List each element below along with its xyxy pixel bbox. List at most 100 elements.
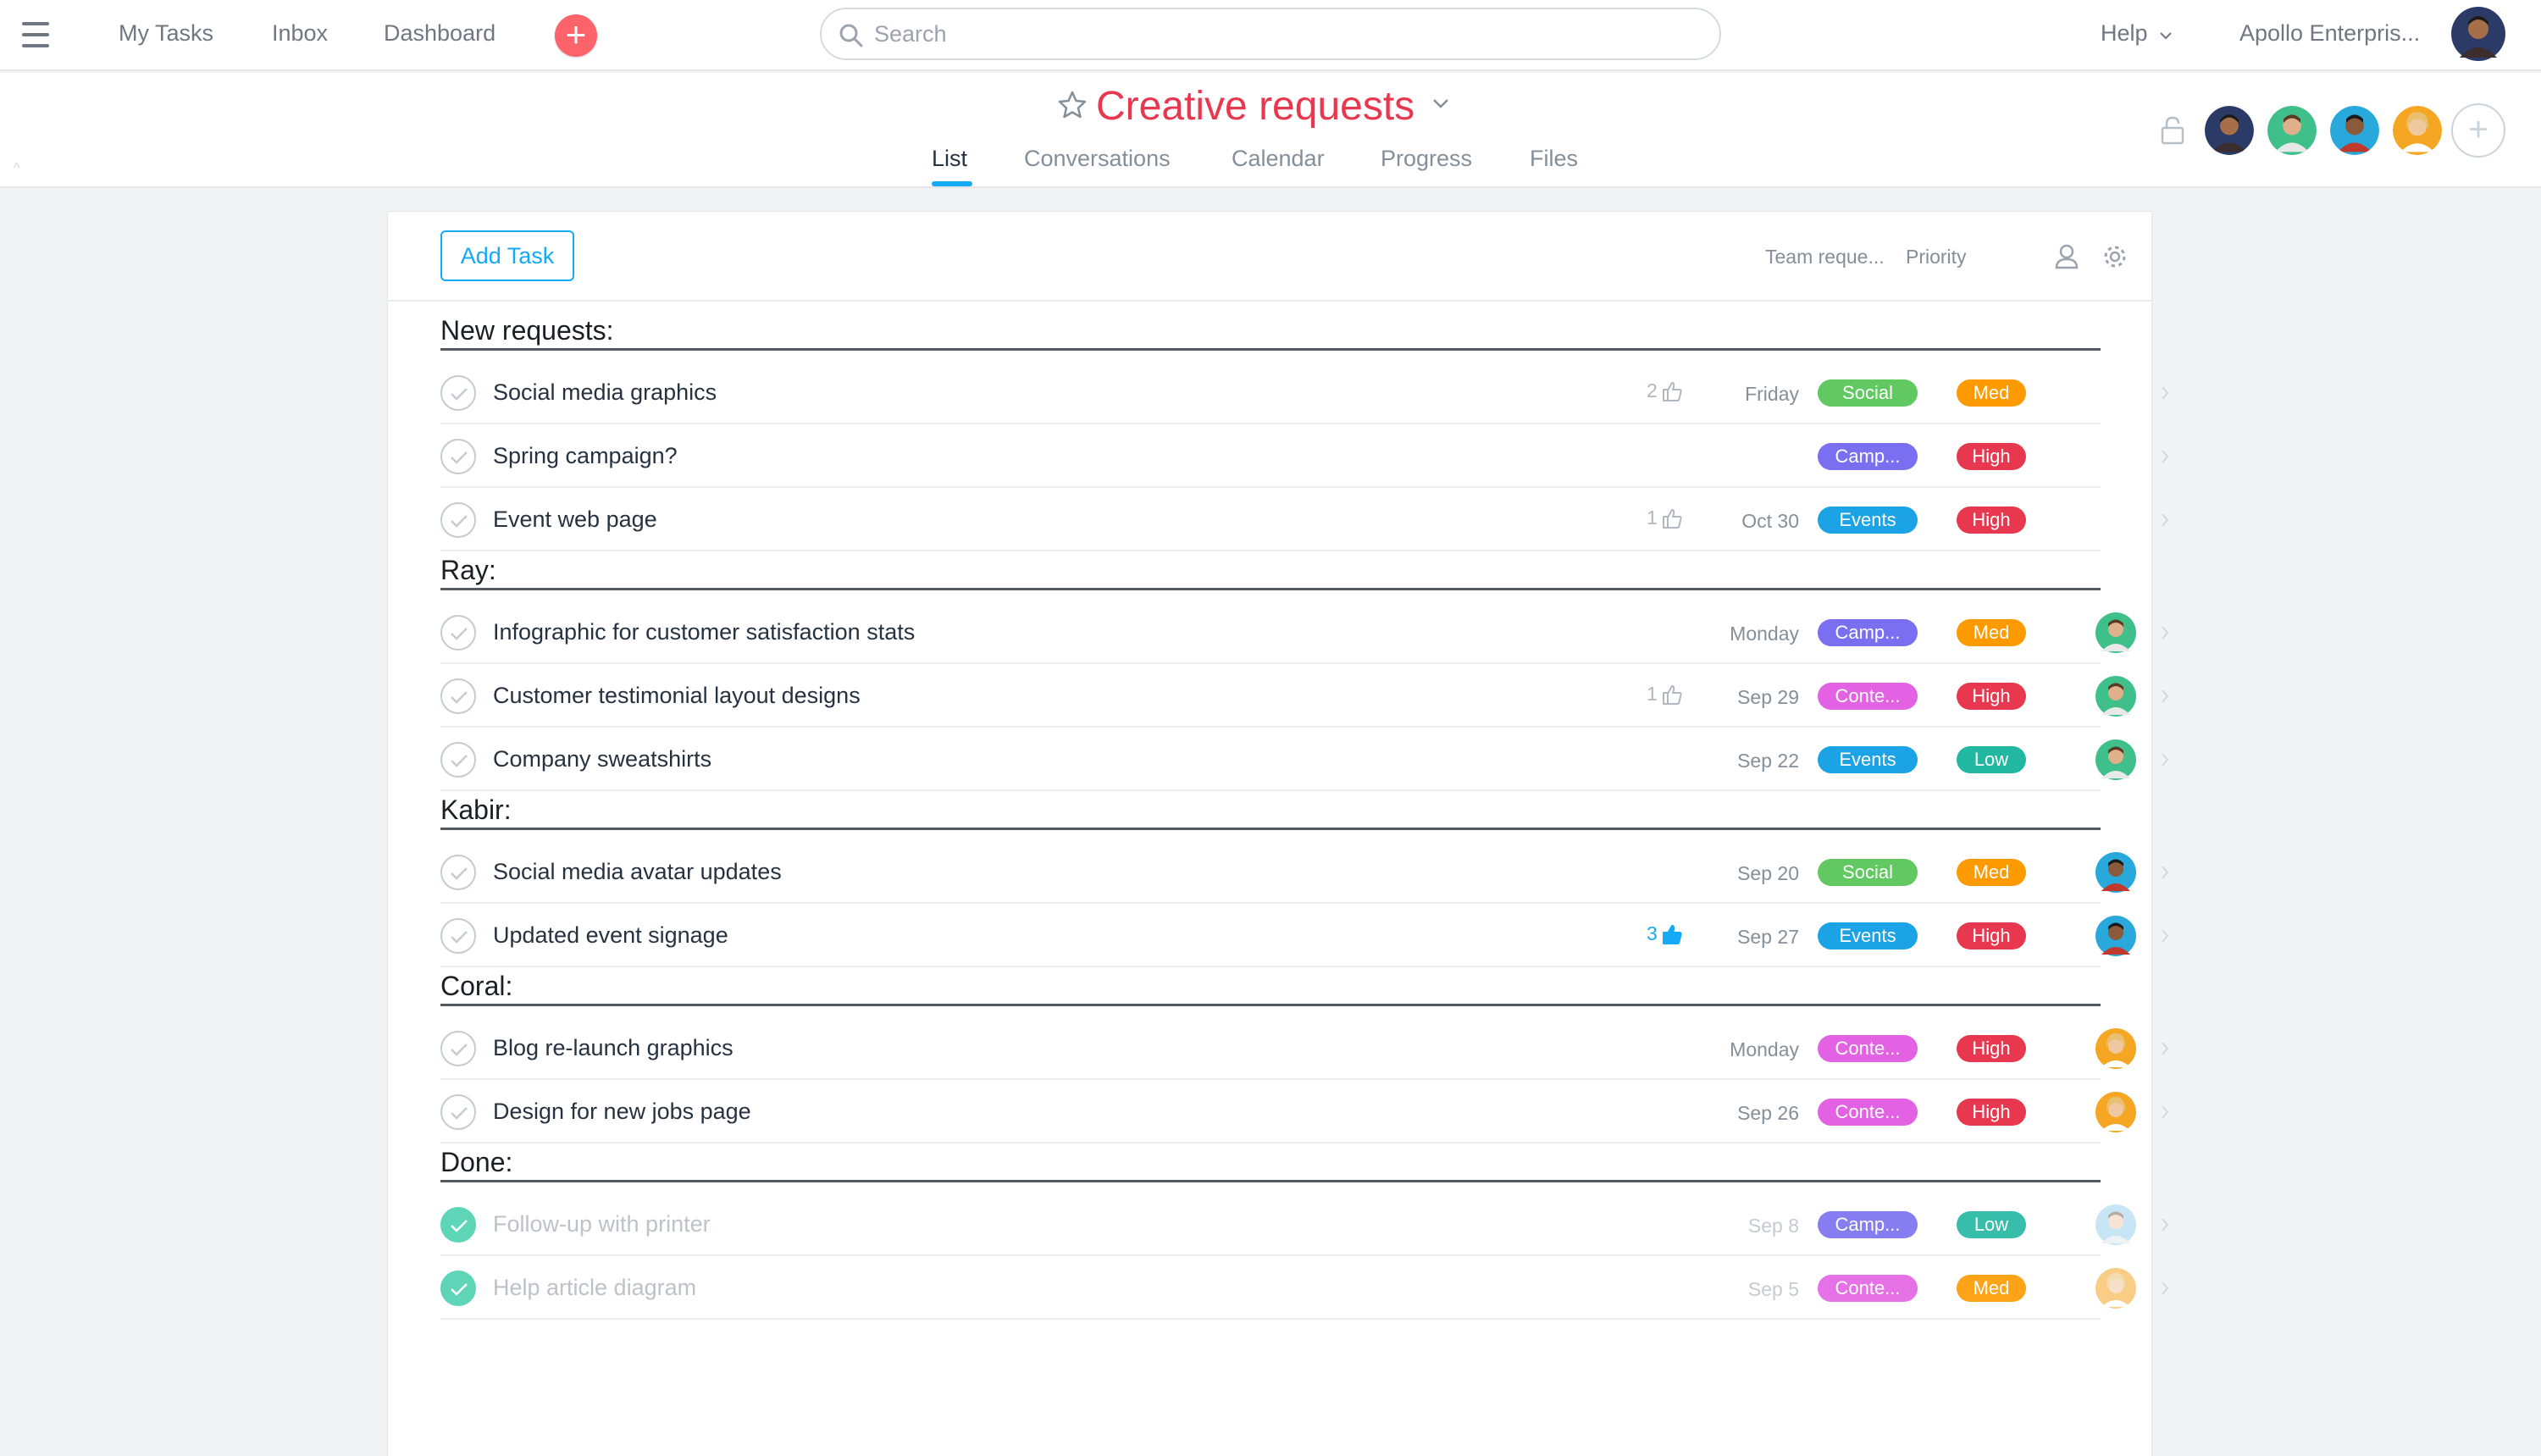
like-count[interactable]: 1 [1647,507,1683,529]
member-avatar[interactable] [2328,103,2382,158]
due-date[interactable]: Sep 29 [1697,686,1799,709]
section-header[interactable]: Done: [440,1147,2101,1182]
task-name[interactable]: Follow-up with printer [493,1211,711,1237]
task-row[interactable]: Follow-up with printer Sep 8 Camp... Low [440,1193,2169,1256]
due-date[interactable]: Monday [1697,1038,1799,1061]
due-date[interactable]: Friday [1697,383,1799,406]
team-tag[interactable]: Events [1818,507,1918,534]
nav-inbox[interactable]: Inbox [272,20,328,47]
due-date[interactable]: Sep 26 [1697,1102,1799,1125]
chevron-right-icon[interactable] [2160,624,2170,641]
task-row[interactable]: Infographic for customer satisfaction st… [440,601,2169,664]
assignee-avatar[interactable] [2095,739,2136,780]
team-tag[interactable]: Events [1818,746,1918,773]
quick-add-plus-icon[interactable]: + [555,14,597,57]
task-name[interactable]: Company sweatshirts [493,746,711,772]
member-avatar[interactable] [2265,103,2319,158]
chevron-right-icon[interactable] [2160,751,2170,768]
tab-files[interactable]: Files [1530,146,1578,172]
chevron-right-icon[interactable] [2160,864,2170,881]
chevron-right-icon[interactable] [2160,448,2170,465]
nav-my-tasks[interactable]: My Tasks [119,20,213,47]
assignee-avatar[interactable] [2095,1092,2136,1132]
priority-tag[interactable]: High [1957,443,2026,470]
assignee-avatar[interactable] [2095,1204,2136,1245]
chevron-right-icon[interactable] [2160,1280,2170,1297]
due-date[interactable]: Sep 22 [1697,750,1799,772]
task-name[interactable]: Blog re-launch graphics [493,1035,734,1061]
complete-task-checkbox[interactable] [440,918,476,954]
priority-tag[interactable]: Low [1957,746,2026,773]
task-name[interactable]: Social media avatar updates [493,859,782,885]
complete-task-checkbox[interactable] [440,1094,476,1130]
task-name[interactable]: Event web page [493,507,657,533]
priority-tag[interactable]: Med [1957,859,2026,886]
nav-dashboard[interactable]: Dashboard [384,20,495,47]
complete-task-checkbox[interactable] [440,1271,476,1306]
team-tag[interactable]: Conte... [1818,1035,1918,1062]
task-row[interactable]: Blog re-launch graphics Monday Conte... Hig… [440,1016,2169,1080]
add-task-button[interactable]: Add Task [440,230,574,281]
task-row[interactable]: Event web page 1 Oct 30 Events High [440,488,2169,551]
priority-tag[interactable]: Med [1957,1275,2026,1302]
column-header-priority[interactable]: Priority [1906,246,1967,269]
task-row[interactable]: Help article diagram Sep 5 Conte... Med [440,1256,2169,1320]
chevron-right-icon[interactable] [2160,1040,2170,1057]
assignee-avatar[interactable] [2095,1268,2136,1309]
complete-task-checkbox[interactable] [440,439,476,474]
priority-tag[interactable]: Med [1957,619,2026,646]
complete-task-checkbox[interactable] [440,855,476,890]
person-icon[interactable] [2055,244,2079,269]
tab-calendar[interactable]: Calendar [1232,146,1325,172]
add-member-button[interactable]: + [2451,103,2505,158]
like-count[interactable]: 2 [1647,379,1683,402]
chevron-right-icon[interactable] [2160,512,2170,529]
priority-tag[interactable]: High [1957,1035,2026,1062]
team-tag[interactable]: Conte... [1818,683,1918,710]
priority-tag[interactable]: High [1957,1099,2026,1126]
task-name[interactable]: Social media graphics [493,379,717,406]
team-tag[interactable]: Social [1818,379,1918,407]
team-tag[interactable]: Camp... [1818,1211,1918,1238]
menu-icon[interactable] [22,22,49,47]
like-count[interactable]: 1 [1647,683,1683,706]
team-tag[interactable]: Conte... [1818,1099,1918,1126]
due-date[interactable]: Monday [1697,623,1799,645]
team-tag[interactable]: Events [1818,922,1918,949]
team-tag[interactable]: Camp... [1818,619,1918,646]
team-tag[interactable]: Social [1818,859,1918,886]
star-icon[interactable] [1057,90,1088,120]
priority-tag[interactable]: Low [1957,1211,2026,1238]
help-menu[interactable]: Help [2101,20,2173,47]
section-header[interactable]: Kabir: [440,794,2101,830]
priority-tag[interactable]: Med [1957,379,2026,407]
task-row[interactable]: Social media graphics 2 Friday Social Med [440,361,2169,424]
chevron-right-icon[interactable] [2160,688,2170,705]
team-tag[interactable]: Conte... [1818,1275,1918,1302]
complete-task-checkbox[interactable] [440,1207,476,1243]
task-row[interactable]: Customer testimonial layout designs 1 Sep … [440,664,2169,728]
task-row[interactable]: Company sweatshirts Sep 22 Events Low [440,728,2169,791]
assignee-avatar[interactable] [2095,916,2136,956]
team-tag[interactable]: Camp... [1818,443,1918,470]
tab-progress[interactable]: Progress [1381,146,1472,172]
task-row[interactable]: Spring campaign? Camp... High [440,424,2169,488]
task-name[interactable]: Customer testimonial layout designs [493,683,861,709]
member-avatar[interactable] [2390,103,2444,158]
due-date[interactable]: Sep 20 [1697,862,1799,885]
section-header[interactable]: New requests: [440,315,2101,351]
task-name[interactable]: Spring campaign? [493,443,678,469]
chevron-right-icon[interactable] [2160,1216,2170,1233]
collapse-icon[interactable]: ^ [14,161,20,176]
tab-conversations[interactable]: Conversations [1024,146,1171,172]
tab-list[interactable]: List [932,146,967,172]
section-header[interactable]: Coral: [440,971,2101,1006]
project-title[interactable]: Creative requests [1096,83,1414,130]
assignee-avatar[interactable] [2095,852,2136,893]
task-row[interactable]: Updated event signage 3 Sep 27 Events High [440,904,2169,967]
complete-task-checkbox[interactable] [440,375,476,411]
org-switcher[interactable]: Apollo Enterpris... [2239,20,2420,47]
complete-task-checkbox[interactable] [440,615,476,650]
assignee-avatar[interactable] [2095,1028,2136,1069]
like-count[interactable]: 3 [1647,922,1683,945]
